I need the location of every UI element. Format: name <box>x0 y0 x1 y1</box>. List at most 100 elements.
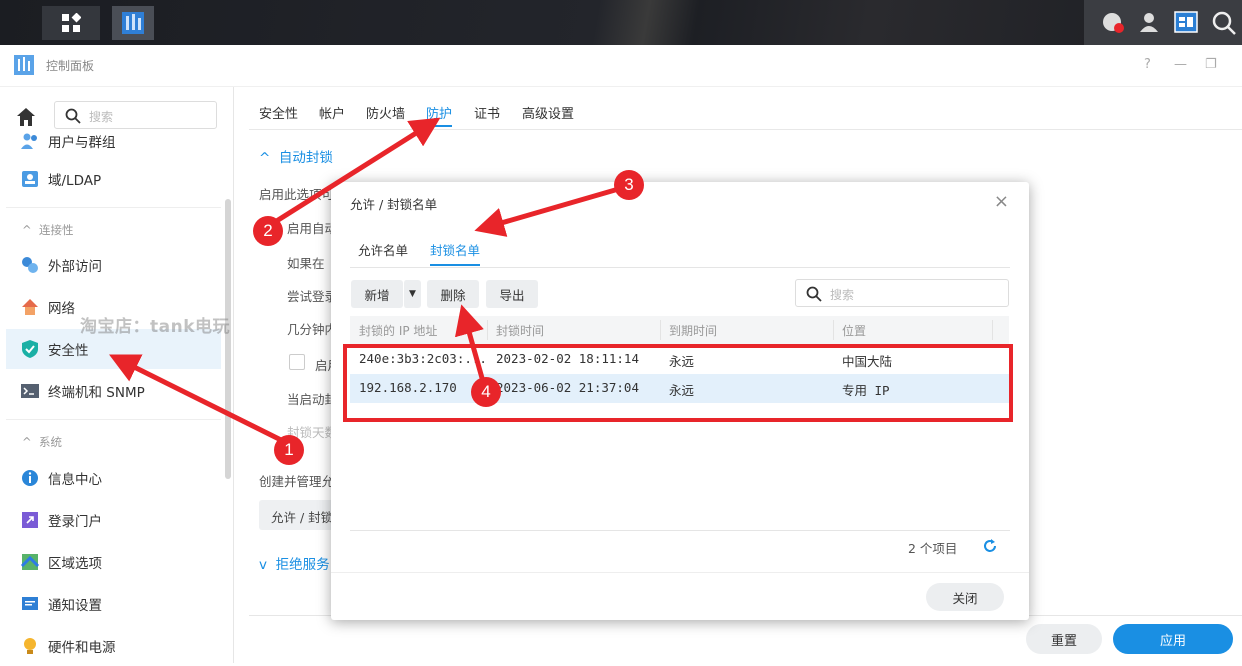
tab-protection[interactable]: 防护 <box>426 103 453 127</box>
column-separator[interactable] <box>833 320 834 340</box>
tab-firewall[interactable]: 防火墙 <box>366 103 405 122</box>
grid-icon <box>62 13 81 32</box>
group-label: 系统 <box>38 435 62 449</box>
dialog-title: 允许 / 封锁名单 <box>350 197 438 212</box>
column-header-block-time[interactable]: 封锁时间 <box>496 322 544 339</box>
column-header-expire[interactable]: 到期时间 <box>669 322 717 339</box>
setting-label: 尝试登录 <box>287 289 338 304</box>
control-panel-taskbar-button[interactable] <box>112 6 154 40</box>
widgets-icon[interactable] <box>1174 11 1198 33</box>
search-icon[interactable] <box>1212 11 1236 35</box>
main-menu-button[interactable] <box>42 6 100 40</box>
chevron-down-icon: v <box>259 557 276 573</box>
window-title: 控制面板 <box>46 59 95 73</box>
sidebar-item-login-portal[interactable]: 登录门户 <box>6 500 221 540</box>
tab-allow-list[interactable]: 允许名单 <box>358 240 408 259</box>
network-icon <box>22 299 38 315</box>
tab-certificate[interactable]: 证书 <box>474 103 500 122</box>
cell-ip: 240e:3b3:2c03:... <box>359 351 484 366</box>
chevron-up-icon: ^ <box>259 150 279 166</box>
table-row[interactable]: 240e:3b3:2c03:... 2023-02-02 18:11:14 永远… <box>350 345 1009 374</box>
column-separator[interactable] <box>487 320 488 340</box>
minimize-button[interactable]: — <box>1174 57 1187 72</box>
cell-expire: 永远 <box>669 354 695 369</box>
reset-button[interactable]: 重置 <box>1026 624 1102 654</box>
sidebar-item-label: 登录门户 <box>48 514 102 530</box>
column-header-location[interactable]: 位置 <box>842 322 866 339</box>
tab-account[interactable]: 帐户 <box>319 103 345 122</box>
table-header: 封锁的 IP 地址 封锁时间 到期时间 位置 <box>350 316 1009 344</box>
group-connectivity[interactable]: ^ 连接性 <box>22 222 73 238</box>
sidebar-item-label: 安全性 <box>48 343 89 359</box>
sidebar-item-notification[interactable]: 通知设置 <box>6 584 221 624</box>
regional-icon <box>20 554 40 570</box>
control-panel-icon <box>122 12 144 34</box>
block-list-search[interactable]: 搜索 <box>795 279 1009 307</box>
caret-down-icon: ▼ <box>409 289 416 299</box>
item-count: 2 个项目 <box>908 541 958 556</box>
sidebar-item-security[interactable]: 安全性 <box>6 329 221 369</box>
sidebar-scrollbar[interactable] <box>225 199 231 479</box>
section-auto-block[interactable]: ^ 自动封锁 <box>259 146 333 166</box>
sidebar-item-label: 通知设置 <box>48 598 102 614</box>
sidebar-item-regional[interactable]: 区域选项 <box>6 542 221 582</box>
sidebar-item-users[interactable]: 用户与群组 <box>6 125 221 151</box>
section-title: 拒绝服务 <box>275 557 330 573</box>
setting-label: 几分钟内 <box>287 322 338 337</box>
info-icon <box>22 470 38 486</box>
tab-block-list[interactable]: 封锁名单 <box>430 240 481 266</box>
export-button[interactable]: 导出 <box>486 280 538 308</box>
sidebar-item-label: 硬件和电源 <box>48 640 116 656</box>
add-dropdown-button[interactable]: ▼ <box>403 280 421 308</box>
user-icon[interactable] <box>1138 11 1160 33</box>
column-separator[interactable] <box>660 320 661 340</box>
tab-divider <box>249 129 1242 130</box>
sidebar-item-network[interactable]: 网络 <box>6 287 221 327</box>
setting-label: 当启动封 <box>287 392 338 407</box>
sidebar-item-label: 外部访问 <box>48 259 102 275</box>
tab-divider <box>350 267 1010 268</box>
table-footer-divider <box>350 530 1010 531</box>
search-icon <box>806 286 822 302</box>
restore-button[interactable]: ❐ <box>1205 57 1217 72</box>
sidebar-item-terminal[interactable]: 终端机和 SNMP <box>6 371 221 411</box>
sidebar-item-label: 信息中心 <box>48 472 102 488</box>
taskbar-tray <box>1084 0 1242 45</box>
tab-advanced[interactable]: 高级设置 <box>522 103 574 122</box>
desktop-taskbar <box>0 0 1242 45</box>
users-icon <box>21 133 37 149</box>
apply-button[interactable]: 应用 <box>1113 624 1233 654</box>
sidebar-item-ldap[interactable]: 域/LDAP <box>6 159 221 199</box>
control-panel-icon <box>14 55 34 75</box>
column-separator[interactable] <box>992 320 993 340</box>
refresh-icon[interactable] <box>981 537 999 555</box>
close-icon[interactable]: × <box>994 191 1009 212</box>
notification-icon <box>22 597 38 610</box>
sidebar-item-label: 域/LDAP <box>48 173 102 189</box>
sidebar-item-external-access[interactable]: 外部访问 <box>6 245 221 285</box>
delete-button[interactable]: 删除 <box>427 280 479 308</box>
lightbulb-icon <box>24 638 36 654</box>
setting-label: 如果在 <box>287 256 325 271</box>
section-dos[interactable]: v 拒绝服务 <box>259 553 330 573</box>
window-titlebar: 控制面板 ? — ❐ <box>0 45 1242 87</box>
tab-security[interactable]: 安全性 <box>259 103 298 122</box>
dialog-footer-divider <box>331 572 1029 573</box>
close-button[interactable]: 关闭 <box>926 583 1004 611</box>
cell-expire: 永远 <box>669 383 695 398</box>
enable-checkbox[interactable] <box>289 354 305 370</box>
sidebar-item-info-center[interactable]: 信息中心 <box>6 458 221 498</box>
divider <box>6 207 221 208</box>
group-system[interactable]: ^ 系统 <box>22 434 62 450</box>
sidebar-item-hardware[interactable]: 硬件和电源 <box>6 626 221 666</box>
add-button[interactable]: 新增 <box>351 280 403 308</box>
sidebar-item-label: 用户与群组 <box>48 135 116 151</box>
column-header-ip[interactable]: 封锁的 IP 地址 <box>359 322 437 339</box>
search-icon <box>65 108 81 124</box>
help-button[interactable]: ? <box>1144 57 1151 72</box>
table-row[interactable]: 192.168.2.170 2023-06-02 21:37:04 永远 专用 … <box>350 374 1009 403</box>
setting-label: 封锁天数 <box>287 425 338 440</box>
group-label: 连接性 <box>38 223 74 237</box>
chevron-up-icon: ^ <box>22 435 39 449</box>
chat-icon[interactable] <box>1102 12 1124 34</box>
